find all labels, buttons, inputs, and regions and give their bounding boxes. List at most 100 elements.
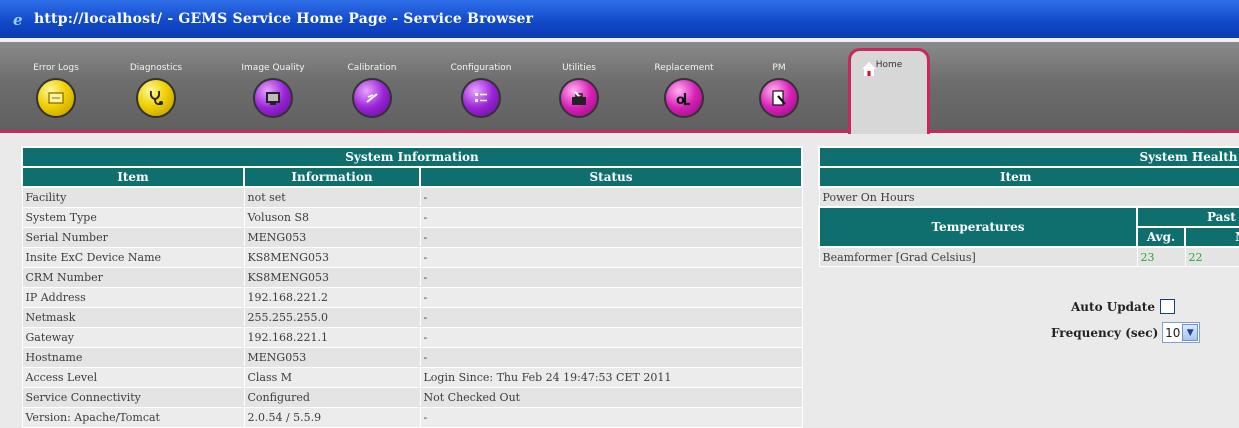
row-item: Serial Number	[21, 227, 245, 248]
row-status: -	[419, 307, 803, 328]
nav-utilities[interactable]: Utilities	[534, 42, 624, 118]
row-item: CRM Number	[21, 267, 245, 288]
system-health-title: System Health In	[818, 146, 1239, 168]
row-item: Insite ExC Device Name	[21, 247, 245, 268]
row-information: 2.0.54 / 5.5.9	[243, 407, 421, 428]
service-nav-bar: Error Logs Diagnostics Image Quality Cal…	[0, 42, 1239, 133]
table-row: Serial Number MENG053-	[21, 227, 803, 248]
row-status: -	[419, 327, 803, 348]
svg-text:e: e	[13, 11, 23, 27]
row-status: -	[419, 407, 803, 428]
row-item: Service Connectivity	[21, 387, 245, 408]
beamformer-min-value: 22	[1184, 246, 1239, 267]
nav-configuration[interactable]: Configuration	[436, 42, 526, 118]
table-row: CRM Number KS8MENG053-	[21, 267, 803, 288]
row-item: Netmask	[21, 307, 245, 328]
table-row: Facility not set -	[21, 186, 803, 208]
col-information: Information	[243, 166, 421, 188]
frequency-select[interactable]: 10 ▼	[1162, 322, 1201, 343]
chevron-down-icon[interactable]: ▼	[1182, 324, 1199, 341]
min-header: Mi	[1184, 226, 1239, 248]
replacement-icon: o	[664, 78, 704, 118]
row-information: not set	[243, 186, 421, 208]
health-col-item: Item	[818, 166, 1239, 188]
col-status: Status	[419, 166, 803, 188]
table-row: Gateway 192.168.221.1-	[21, 327, 803, 348]
image-quality-icon	[253, 78, 293, 118]
nav-image-quality-label: Image Quality	[241, 63, 305, 73]
row-information: 255.255.255.0	[243, 307, 421, 328]
past-five-header: Past Fi	[1136, 206, 1239, 228]
row-item: Access Level	[21, 367, 245, 388]
row-status: -	[419, 267, 803, 288]
row-information: Voluson S8	[243, 207, 421, 228]
nav-error-logs[interactable]: Error Logs	[11, 42, 101, 118]
row-item: Version: Apache/Tomcat	[21, 407, 245, 428]
svg-text:o: o	[676, 93, 685, 108]
nav-utilities-label: Utilities	[562, 63, 596, 73]
nav-error-logs-label: Error Logs	[33, 63, 79, 73]
table-row: Access Level Class M Login Since: Thu Feb …	[21, 367, 803, 388]
configuration-icon	[461, 78, 501, 118]
nav-replacement-label: Replacement	[654, 63, 714, 73]
auto-update-control: Auto Update	[1071, 299, 1175, 314]
stethoscope-icon	[136, 78, 176, 118]
row-item: Hostname	[21, 347, 245, 368]
auto-update-checkbox[interactable]	[1159, 299, 1175, 314]
row-information: KS8MENG053	[243, 267, 421, 288]
row-information: 192.168.221.1	[243, 327, 421, 348]
row-status: -	[419, 287, 803, 308]
row-information: MENG053	[243, 347, 421, 368]
row-information: KS8MENG053	[243, 247, 421, 268]
system-info-title: System Information	[21, 146, 803, 168]
utilities-icon	[559, 78, 599, 118]
calibration-icon	[352, 78, 392, 118]
row-status: -	[419, 247, 803, 268]
nav-pm[interactable]: PM	[734, 42, 824, 118]
table-row: Hostname MENG053-	[21, 347, 803, 368]
row-status: -	[419, 207, 803, 228]
row-item: IP Address	[21, 287, 245, 308]
nav-calibration-label: Calibration	[347, 63, 397, 73]
row-information: MENG053	[243, 227, 421, 248]
row-status: -	[419, 186, 803, 208]
row-status: Login Since: Thu Feb 24 19:47:53 CET 201…	[419, 367, 803, 388]
error-logs-icon	[36, 78, 76, 118]
nav-home-tab[interactable]: Home	[848, 48, 930, 134]
window-title-bar: e http://localhost/ - GEMS Service Home …	[0, 0, 1239, 38]
temperatures-header: Temperatures	[818, 206, 1138, 248]
col-item: Item	[21, 166, 245, 188]
row-information: Class M	[243, 367, 421, 388]
table-row: Netmask 255.255.255.0-	[21, 307, 803, 328]
nav-calibration[interactable]: Calibration	[327, 42, 417, 118]
row-item: Facility	[21, 186, 245, 208]
row-status: -	[419, 347, 803, 368]
nav-diagnostics[interactable]: Diagnostics	[111, 42, 201, 118]
table-row: Insite ExC Device Name KS8MENG053-	[21, 247, 803, 268]
row-item: Gateway	[21, 327, 245, 348]
table-row: System Type Voluson S8-	[21, 207, 803, 228]
system-health-table: System Health In Item Power On Hours Tem…	[818, 146, 1239, 267]
avg-header: Avg.	[1136, 226, 1186, 248]
row-information: Configured	[243, 387, 421, 408]
row-status: -	[419, 227, 803, 248]
frequency-value: 10	[1165, 325, 1181, 340]
nav-divider	[0, 130, 1239, 133]
nav-pm-label: PM	[772, 63, 786, 73]
table-row: Service Connectivity Configured Not Checke…	[21, 387, 803, 408]
nav-configuration-label: Configuration	[450, 63, 512, 73]
frequency-control: Frequency (sec) 10 ▼	[1051, 322, 1201, 343]
nav-diagnostics-label: Diagnostics	[129, 63, 183, 73]
row-status: Not Checked Out	[419, 387, 803, 408]
auto-update-label: Auto Update	[1071, 299, 1155, 314]
beamformer-avg-value: 23	[1136, 246, 1186, 267]
table-row: Version: Apache/Tomcat 2.0.54 / 5.5.9-	[21, 407, 803, 428]
pm-icon	[759, 78, 799, 118]
row-information: 192.168.221.2	[243, 287, 421, 308]
nav-image-quality[interactable]: Image Quality	[228, 42, 318, 118]
row-item: System Type	[21, 207, 245, 228]
frequency-label: Frequency (sec)	[1051, 325, 1159, 340]
beamformer-temp-label: Beamformer [Grad Celsius]	[818, 246, 1138, 267]
nav-replacement[interactable]: Replacement o	[639, 42, 729, 118]
power-on-hours-label: Power On Hours	[818, 186, 1239, 208]
